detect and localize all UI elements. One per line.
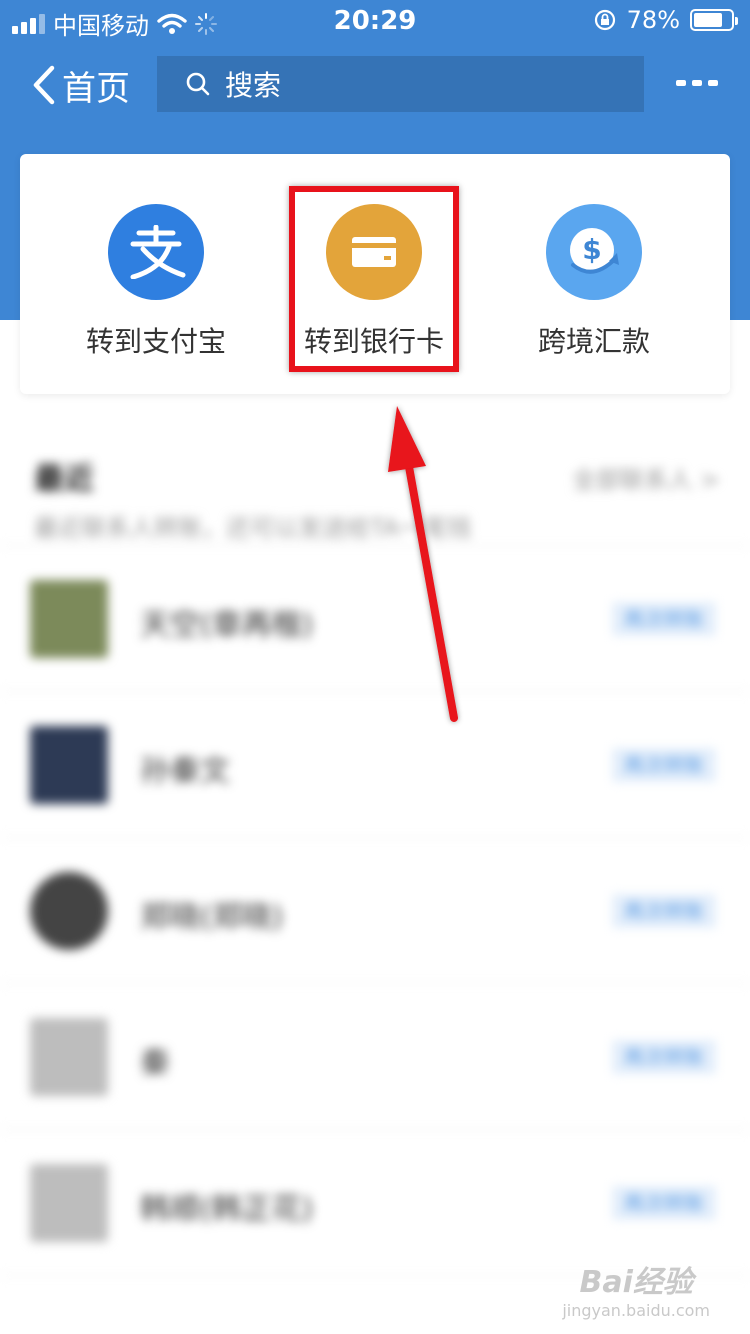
more-dot-icon [692,80,702,86]
avatar [30,1164,108,1242]
transfer-again-button[interactable]: 再次转账 [612,748,716,782]
transfer-again-button[interactable]: 再次转账 [612,894,716,928]
recent-contacts: 最近 最近联系人转账，还可以发送给TA一笔钱 全部联系人 > 天空(章再楷) 再… [0,420,750,1276]
search-icon [186,72,210,96]
watermark-logo: Bai经验 [579,1265,693,1300]
contact-name: 秦 [140,1046,170,1081]
contact-name: 韩顺(韩正花) [140,1192,314,1227]
more-button[interactable] [676,80,718,86]
battery-icon [690,9,738,31]
contact-row[interactable]: 郑晓(郑晓) 再次转账 [0,838,750,984]
watermark-url: jingyan.baidu.com [562,1301,710,1320]
transfer-to-alipay-button[interactable]: 转到支付宝 [56,204,256,360]
recent-subtitle: 最近联系人转账，还可以发送给TA一笔钱 [34,514,472,542]
search-input[interactable]: 搜索 [157,56,644,112]
contact-row[interactable]: 韩顺(韩正花) 再次转账 [0,1130,750,1276]
all-contacts-link[interactable]: 全部联系人 > [572,460,720,495]
status-bar: 中国移动 20:29 78% [0,0,750,42]
transfer-again-button[interactable]: 再次转账 [612,602,716,636]
contact-row[interactable]: 孙秦文 再次转账 [0,692,750,838]
battery-percent: 78% [626,6,680,34]
dollar-exchange-icon: $ [546,204,642,300]
highlight-box [289,186,459,372]
contact-row[interactable]: 天空(章再楷) 再次转账 [0,546,750,692]
more-dot-icon [676,80,686,86]
contact-row[interactable]: 秦 再次转账 [0,984,750,1130]
more-dot-icon [708,80,718,86]
chevron-left-icon [33,65,55,105]
rotation-lock-icon [594,9,615,31]
watermark: Bai经验 jingyan.baidu.com [562,1257,710,1320]
search-placeholder: 搜索 [225,69,282,102]
action-label: 跨境汇款 [537,325,650,358]
back-button[interactable]: 首页 [28,60,130,110]
avatar [30,580,108,658]
avatar [30,872,108,950]
avatar [30,1018,108,1096]
cross-border-remittance-button[interactable]: $ 跨境汇款 [494,204,694,360]
back-label: 首页 [62,68,130,109]
contact-name: 郑晓(郑晓) [140,900,284,935]
transfer-again-button[interactable]: 再次转账 [612,1186,716,1220]
alipay-icon [108,204,204,300]
svg-text:$: $ [582,233,601,266]
contact-name: 天空(章再楷) [140,608,314,643]
action-label: 转到支付宝 [85,325,226,358]
recent-header: 最近 最近联系人转账，还可以发送给TA一笔钱 全部联系人 > [0,420,750,546]
contact-name: 孙秦文 [140,754,230,789]
avatar [30,726,108,804]
transfer-again-button[interactable]: 再次转账 [612,1040,716,1074]
